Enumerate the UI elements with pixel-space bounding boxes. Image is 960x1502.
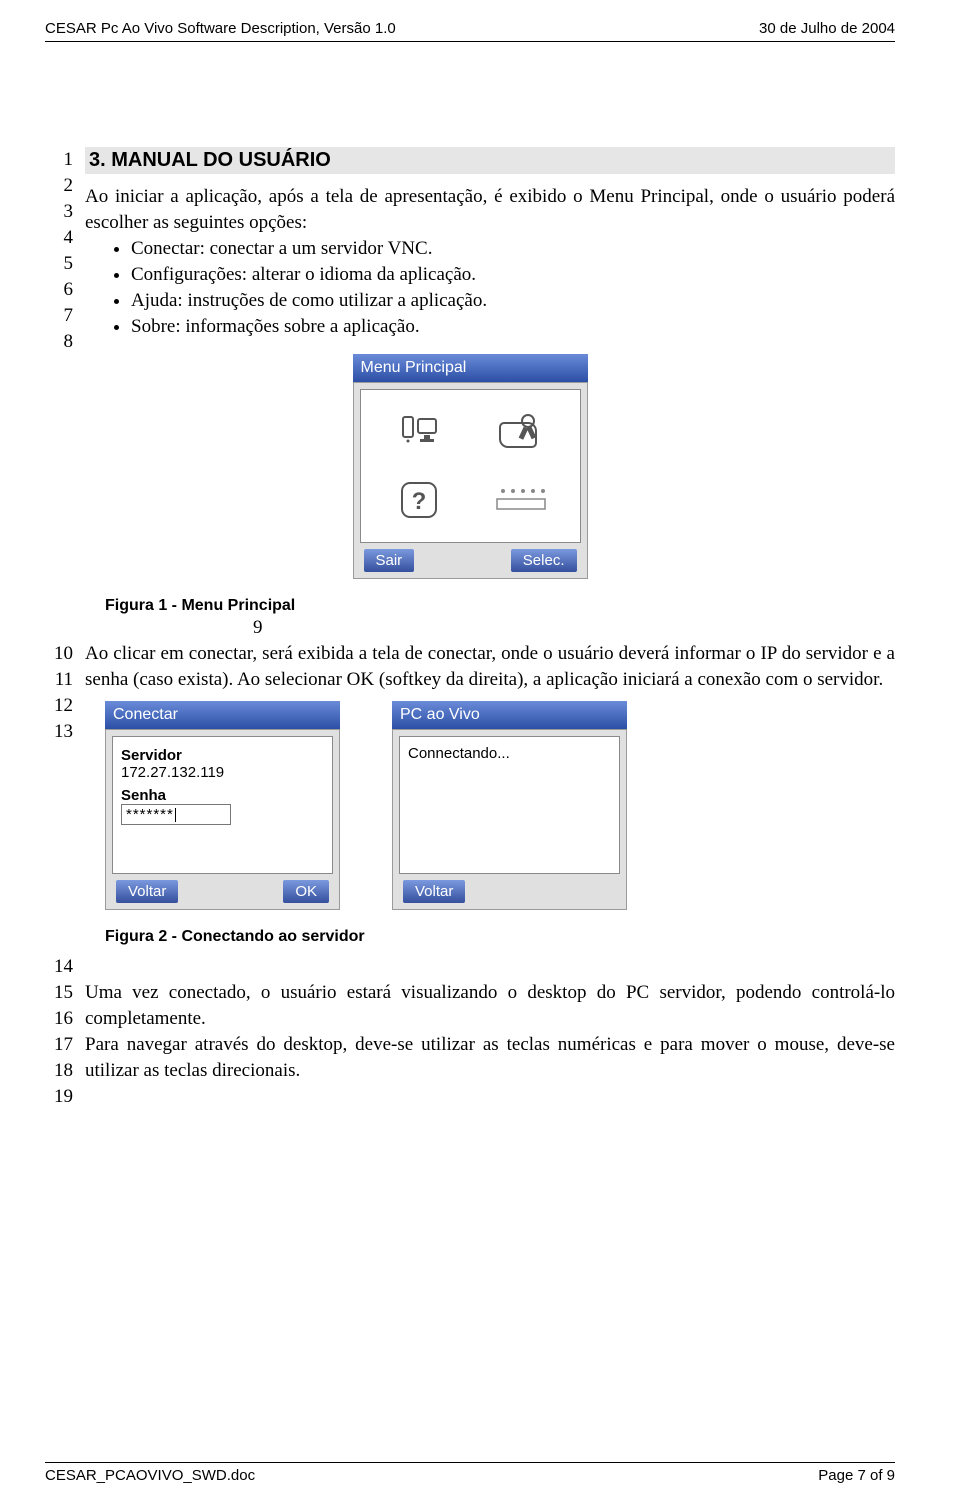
softkey-left[interactable]: Voltar <box>403 880 465 903</box>
senha-input[interactable]: ******* <box>121 804 231 825</box>
softkey-right[interactable]: OK <box>283 880 329 903</box>
figure-2-caption: Figura 2 - Conectando ao servidor <box>105 928 895 946</box>
feature-bullets: Conectar: conectar a um servidor VNC. Co… <box>131 236 895 340</box>
header-rule <box>45 41 895 42</box>
section-heading: 3. MANUAL DO USUÁRIO <box>85 147 895 174</box>
line-numbers-mid: 10 11 12 13 <box>45 641 73 745</box>
header-left: CESAR Pc Ao Vivo Software Description, V… <box>45 20 396 37</box>
connecting-text: Connectando... <box>408 745 611 762</box>
screenshot-conectar: Conectar Servidor 172.27.132.119 Senha *… <box>105 701 340 910</box>
softkey-left[interactable]: Voltar <box>116 880 178 903</box>
end-paragraph-1: Uma vez conectado, o usuário estará visu… <box>85 980 895 1032</box>
help-icon: ? <box>375 472 465 528</box>
screenshot-menu-principal: Menu Principal <box>353 354 588 579</box>
phone-title: PC ao Vivo <box>392 701 627 729</box>
servidor-label: Servidor <box>121 747 324 764</box>
footer-left: CESAR_PCAOVIVO_SWD.doc <box>45 1467 255 1484</box>
document-header: CESAR Pc Ao Vivo Software Description, V… <box>45 20 895 41</box>
phone-title: Conectar <box>105 701 340 729</box>
senha-label: Senha <box>121 787 324 804</box>
end-paragraph-2: Para navegar através do desktop, deve-se… <box>85 1032 895 1084</box>
header-right: 30 de Julho de 2004 <box>759 20 895 37</box>
bullet-item: Conectar: conectar a um servidor VNC. <box>131 236 895 262</box>
intro-paragraph: Ao iniciar a aplicação, após a tela de a… <box>85 184 895 236</box>
softkey-left[interactable]: Sair <box>364 549 415 572</box>
settings-icon <box>476 404 566 460</box>
svg-text:?: ? <box>412 488 427 515</box>
connect-icon <box>375 404 465 460</box>
line-numbers-top: 1 2 3 4 5 6 7 8 <box>45 147 73 355</box>
mid-paragraph: Ao clicar em conectar, será exibida a te… <box>85 641 895 693</box>
softkey-right[interactable]: Selec. <box>511 549 577 572</box>
bullet-item: Sobre: informações sobre a aplicação. <box>131 314 895 340</box>
about-icon <box>476 472 566 528</box>
phone-title: Menu Principal <box>353 354 588 382</box>
line-numbers-end: 14 15 16 17 18 19 <box>45 954 73 1110</box>
bullet-item: Configurações: alterar o idioma da aplic… <box>131 262 895 288</box>
bullet-item: Ajuda: instruções de como utilizar a apl… <box>131 288 895 314</box>
screenshot-pc-ao-vivo: PC ao Vivo Connectando... Voltar <box>392 701 627 910</box>
servidor-value[interactable]: 172.27.132.119 <box>121 764 324 781</box>
line-number-9: 9 <box>253 615 895 641</box>
figure-1-caption: Figura 1 - Menu Principal <box>105 597 895 615</box>
document-footer: CESAR_PCAOVIVO_SWD.doc Page 7 of 9 <box>45 1462 895 1484</box>
footer-right: Page 7 of 9 <box>818 1467 895 1484</box>
